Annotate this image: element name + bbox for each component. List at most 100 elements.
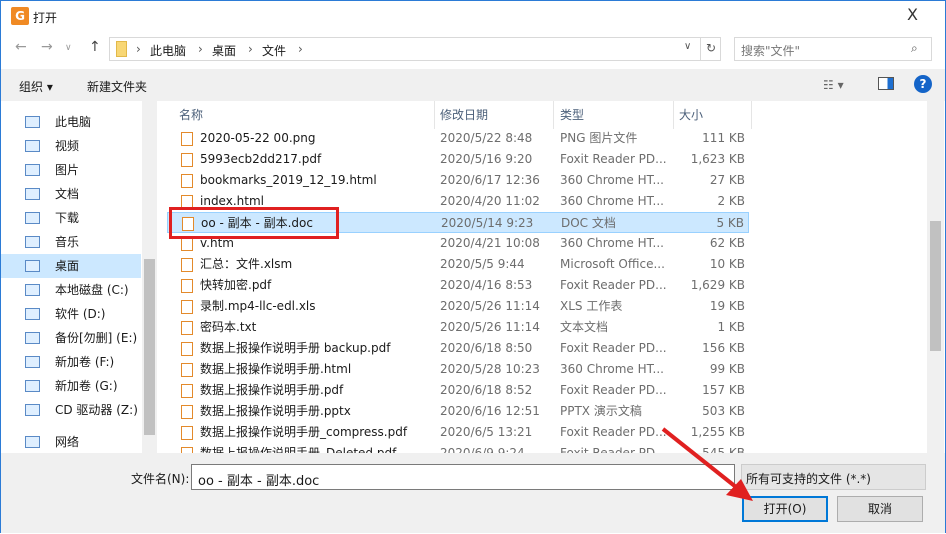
file-row[interactable]: 5993ecb2dd217.pdf 2020/5/16 9:20 Foxit Rea… xyxy=(167,149,749,170)
file-icon xyxy=(181,363,193,377)
column-header-type[interactable]: 类型 xyxy=(560,106,584,123)
file-type: 360 Chrome HT... xyxy=(560,173,664,187)
sidebar-item-label: 视频 xyxy=(55,139,80,153)
sidebar-item-label: 网络 xyxy=(55,435,80,449)
location-icon xyxy=(25,380,40,392)
column-header-name[interactable]: 名称 xyxy=(179,106,203,123)
file-type: 360 Chrome HT... xyxy=(560,362,664,376)
new-folder-button[interactable]: 新建文件夹 xyxy=(87,78,147,95)
file-row[interactable]: 汇总：文件.xlsm 2020/5/5 9:44 Microsoft Office.… xyxy=(167,254,749,275)
file-icon xyxy=(181,426,193,440)
file-name: 数据上报操作说明手册.pdf xyxy=(200,383,344,397)
file-row[interactable]: 2020-05-22 00.png 2020/5/22 8:48 PNG 图片文件 1… xyxy=(167,128,749,149)
file-icon xyxy=(181,237,193,251)
sidebar-item[interactable]: 软件 (D:) xyxy=(1,302,141,326)
column-divider[interactable] xyxy=(434,101,435,129)
close-button[interactable]: X xyxy=(907,5,918,24)
file-type: Microsoft Office... xyxy=(560,257,665,271)
file-list-scroll-thumb[interactable] xyxy=(930,221,941,351)
sidebar-item[interactable]: 下载 xyxy=(1,206,141,230)
file-row[interactable]: 密码本.txt 2020/5/26 11:14 文本文档 1 KB xyxy=(167,317,749,338)
column-header-size[interactable]: 大小 xyxy=(679,106,703,123)
file-row[interactable]: 数据上报操作说明手册.pdf 2020/6/18 8:52 Foxit Reader… xyxy=(167,380,749,401)
file-row[interactable]: 数据上报操作说明手册_Deleted.pdf 2020/6/9 9:24 Foxit… xyxy=(167,443,749,453)
file-row[interactable]: bookmarks_2019_12_19.html 2020/6/17 12:36… xyxy=(167,170,749,191)
file-row[interactable]: 数据上报操作说明手册_compress.pdf 2020/6/5 13:21 Fox… xyxy=(167,422,749,443)
file-date: 2020/5/16 9:20 xyxy=(440,152,533,166)
search-input[interactable]: 搜索"文件" xyxy=(734,37,932,61)
address-dropdown-icon[interactable]: ∨ xyxy=(684,41,691,52)
file-size: 27 KB xyxy=(709,173,745,187)
sidebar-item[interactable]: 本地磁盘 (C:) xyxy=(1,278,141,302)
file-type: DOC 文档 xyxy=(561,216,616,230)
view-options-icon[interactable]: ☷ ▾ xyxy=(823,78,844,92)
breadcrumb-this-pc[interactable]: 此电脑 xyxy=(150,42,186,59)
sidebar-item[interactable]: 网络 xyxy=(1,430,141,454)
file-size: 1,629 KB xyxy=(690,278,745,292)
sidebar-item-label: 新加卷 (F:) xyxy=(55,355,115,369)
sidebar-item[interactable]: 此电脑 xyxy=(1,110,141,134)
recent-dropdown-icon[interactable]: ∨ xyxy=(65,43,72,53)
file-size: 5 KB xyxy=(716,216,744,230)
sidebar-item[interactable]: 新加卷 (G:) xyxy=(1,374,141,398)
column-divider[interactable] xyxy=(673,101,674,129)
sidebar-item-label: 文档 xyxy=(55,187,80,201)
file-type: PPTX 演示文稿 xyxy=(560,404,642,418)
sidebar-item[interactable]: 音乐 xyxy=(1,230,141,254)
sidebar-item[interactable]: 备份[勿删] (E:) xyxy=(1,326,141,350)
file-row[interactable]: 数据上报操作说明手册.pptx 2020/6/16 12:51 PPTX 演示文稿 5… xyxy=(167,401,749,422)
location-icon xyxy=(25,332,40,344)
file-size: 1,255 KB xyxy=(690,425,745,439)
sidebar-item-label: 图片 xyxy=(55,163,80,177)
file-type-select[interactable]: 所有可支持的文件 (*.*) xyxy=(741,464,926,490)
file-name: 5993ecb2dd217.pdf xyxy=(200,152,322,166)
refresh-button[interactable]: ↻ xyxy=(700,37,721,61)
folder-icon xyxy=(116,41,127,57)
title-bar xyxy=(1,1,945,33)
column-header-date[interactable]: 修改日期 xyxy=(440,106,488,123)
sidebar-item-label: 桌面 xyxy=(55,259,80,273)
sidebar-item[interactable]: 图片 xyxy=(1,158,141,182)
column-divider[interactable] xyxy=(553,101,554,129)
location-icon xyxy=(25,140,40,152)
breadcrumb-files[interactable]: 文件 xyxy=(262,42,286,59)
file-row[interactable]: 录制.mp4-llc-edl.xls 2020/5/26 11:14 XLS 工作表… xyxy=(167,296,749,317)
file-icon xyxy=(181,321,193,335)
sidebar-item[interactable]: 视频 xyxy=(1,134,141,158)
preview-pane-icon[interactable] xyxy=(878,77,894,90)
file-row[interactable]: 快转加密.pdf 2020/4/16 8:53 Foxit Reader PD...… xyxy=(167,275,749,296)
file-date: 2020/5/26 11:14 xyxy=(440,299,540,313)
file-icon xyxy=(181,384,193,398)
sidebar-item[interactable]: 文档 xyxy=(1,182,141,206)
file-type: XLS 工作表 xyxy=(560,299,623,313)
sidebar-scroll-thumb[interactable] xyxy=(144,259,155,435)
file-size: 157 KB xyxy=(702,383,745,397)
app-icon: G xyxy=(11,7,29,25)
filename-input[interactable]: oo - 副本 - 副本.doc xyxy=(191,464,735,490)
back-icon[interactable]: ← xyxy=(15,39,27,55)
forward-icon[interactable]: → xyxy=(41,39,53,55)
file-size: 1 KB xyxy=(717,320,745,334)
file-icon xyxy=(181,153,193,167)
search-icon[interactable]: ⌕ xyxy=(911,41,918,56)
up-icon[interactable]: ↑ xyxy=(89,39,101,55)
address-bar[interactable]: › 此电脑 › 桌面 › 文件 › xyxy=(109,37,721,61)
file-type: Foxit Reader PD... xyxy=(560,278,667,292)
file-date: 2020/6/9 9:24 xyxy=(440,446,525,453)
file-row[interactable]: 数据上报操作说明手册.html 2020/5/28 10:23 360 Chrome… xyxy=(167,359,749,380)
cancel-button[interactable]: 取消 xyxy=(837,496,923,522)
breadcrumb-desktop[interactable]: 桌面 xyxy=(212,42,236,59)
file-size: 1,623 KB xyxy=(690,152,745,166)
help-button[interactable]: ? xyxy=(914,75,932,93)
sidebar-item[interactable]: 新加卷 (F:) xyxy=(1,350,141,374)
file-name: 2020-05-22 00.png xyxy=(200,131,316,145)
column-divider[interactable] xyxy=(751,101,752,129)
organize-button[interactable]: 组织 ▾ xyxy=(19,78,53,95)
sidebar-item[interactable]: CD 驱动器 (Z:) xyxy=(1,398,141,422)
file-name: 数据上报操作说明手册.pptx xyxy=(200,404,351,418)
sidebar-item[interactable]: 桌面 xyxy=(1,254,141,278)
open-button[interactable]: 打开(O) xyxy=(742,496,828,522)
location-icon xyxy=(25,260,40,272)
location-icon xyxy=(25,212,40,224)
file-row[interactable]: 数据上报操作说明手册 backup.pdf 2020/6/18 8:50 Foxit… xyxy=(167,338,749,359)
